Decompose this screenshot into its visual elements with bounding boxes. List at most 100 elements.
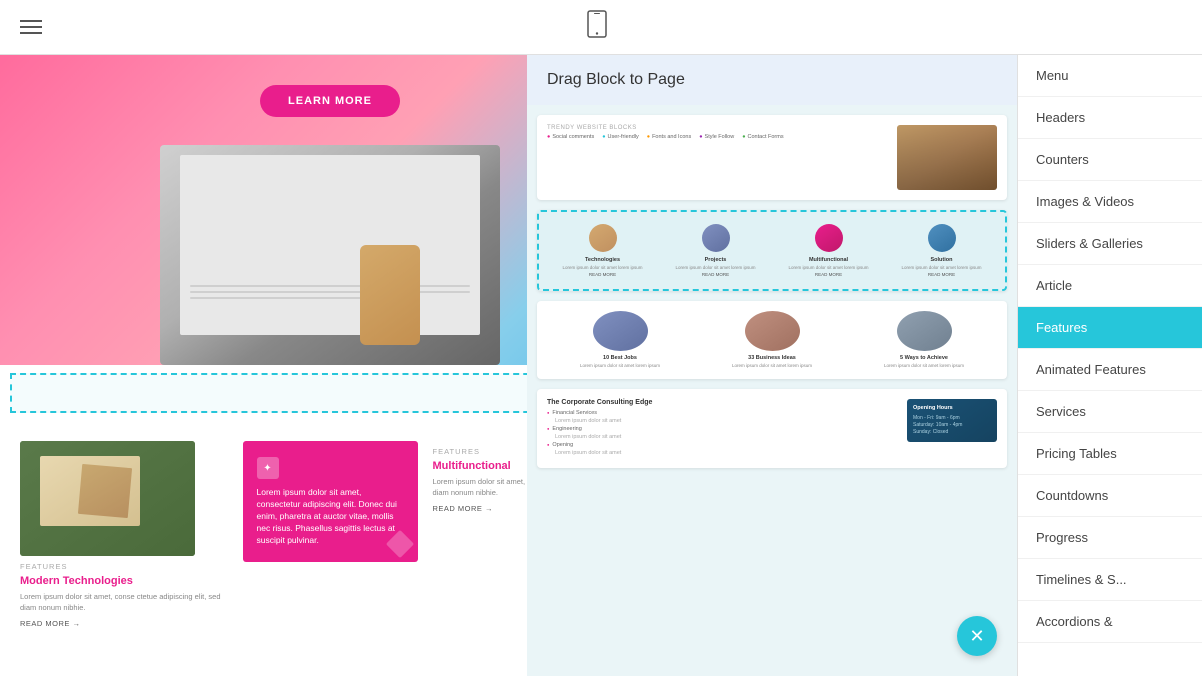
sidebar-item-sliders[interactable]: Sliders & Galleries bbox=[1018, 223, 1202, 265]
sidebar-item-accordions[interactable]: Accordions & bbox=[1018, 601, 1202, 643]
consulting-hours-title: Opening Hours bbox=[913, 405, 991, 411]
feature-desc-1: Lorem ipsum dolor sit amet, conse ctetue… bbox=[20, 592, 228, 613]
feature-mini-avatar-4 bbox=[928, 224, 956, 252]
sidebar-item-menu[interactable]: Menu bbox=[1018, 55, 1202, 97]
features-mini-grid: Technologies Lorem ipsum dolor sit amet … bbox=[539, 212, 1005, 289]
consulting-service-2: Engineering bbox=[547, 426, 899, 432]
drag-panel: Drag Block to Page Trendy website Blocks… bbox=[527, 55, 1017, 676]
feature-mini-1: Technologies Lorem ipsum dolor sit amet … bbox=[549, 224, 656, 277]
sidebar-item-article[interactable]: Article bbox=[1018, 265, 1202, 307]
toolbar-left bbox=[20, 20, 42, 34]
sidebar-item-headers[interactable]: Headers bbox=[1018, 97, 1202, 139]
job-item-2: 33 Business Ideas Lorem ipsum dolor sit … bbox=[699, 311, 845, 368]
sidebar-item-progress-label: Progress bbox=[1036, 530, 1088, 545]
sidebar-item-counters[interactable]: Counters bbox=[1018, 139, 1202, 181]
feature-mini-link-4: READ MORE bbox=[888, 272, 995, 277]
hero-laptop-image bbox=[160, 145, 500, 365]
sidebar-item-countdowns[interactable]: Countdowns bbox=[1018, 475, 1202, 517]
sidebar-item-timelines-label: Timelines & S... bbox=[1036, 572, 1127, 587]
read-more-link-2[interactable]: READ MORE → bbox=[433, 504, 528, 513]
feature-mini-avatar-2 bbox=[702, 224, 730, 252]
sidebar-item-services-label: Services bbox=[1036, 404, 1086, 419]
sidebar-item-timelines[interactable]: Timelines & S... bbox=[1018, 559, 1202, 601]
sidebar-item-animated-label: Animated Features bbox=[1036, 362, 1146, 377]
feature-desc-2: Lorem ipsum dolor sit amet, conse ctetue… bbox=[433, 477, 528, 498]
feature-mini-desc-4: Lorem ipsum dolor sit amet lorem ipsum bbox=[888, 265, 995, 270]
sidebar-item-images-label: Images & Videos bbox=[1036, 194, 1134, 209]
drop-zone-bar[interactable] bbox=[10, 373, 527, 413]
job-desc-1: Lorem ipsum dolor sit amet lorem ipsum bbox=[547, 363, 693, 368]
sidebar-item-pricing-label: Pricing Tables bbox=[1036, 446, 1117, 461]
device-preview-icon[interactable] bbox=[586, 10, 608, 44]
feature-mini-4: Solution Lorem ipsum dolor sit amet lore… bbox=[888, 224, 995, 277]
jobs-preview-content: 10 Best Jobs Lorem ipsum dolor sit amet … bbox=[537, 301, 1007, 378]
feature-title-1: Modern Technologies bbox=[20, 575, 228, 587]
sidebar-item-animated-features[interactable]: Animated Features bbox=[1018, 349, 1202, 391]
consulting-hours-content: Mon - Fri: 9am - 6pm Saturday: 10am - 4p… bbox=[913, 415, 991, 436]
sidebar-item-progress[interactable]: Progress bbox=[1018, 517, 1202, 559]
feature-mini-desc-2: Lorem ipsum dolor sit amet lorem ipsum bbox=[662, 265, 769, 270]
features-selected-preview-card[interactable]: Technologies Lorem ipsum dolor sit amet … bbox=[537, 210, 1007, 291]
toolbar bbox=[0, 0, 1202, 55]
feature-mini-avatar-1 bbox=[589, 224, 617, 252]
feature-item-2: FEATURES Multifunctional Lorem ipsum dol… bbox=[433, 447, 528, 513]
job-item-3: 5 Ways to Achieve Lorem ipsum dolor sit … bbox=[851, 311, 997, 368]
hamburger-menu-button[interactable] bbox=[20, 20, 42, 34]
jobs-preview-card[interactable]: 10 Best Jobs Lorem ipsum dolor sit amet … bbox=[537, 301, 1007, 378]
drag-panel-preview[interactable]: Trendy website Blocks ● Social comments … bbox=[527, 105, 1017, 676]
canvas-content: LEARN MORE bbox=[0, 55, 527, 676]
job-image-1 bbox=[593, 311, 648, 351]
feature-mini-avatar-3 bbox=[815, 224, 843, 252]
feature-mini-3: Multifunctional Lorem ipsum dolor sit am… bbox=[775, 224, 882, 277]
sidebar-item-features-label: Features bbox=[1036, 320, 1087, 335]
sidebar-item-images-videos[interactable]: Images & Videos bbox=[1018, 181, 1202, 223]
feature-card-pink: ✦ Lorem ipsum dolor sit amet, consectetu… bbox=[243, 441, 418, 562]
sidebar-item-features[interactable]: Features bbox=[1018, 307, 1202, 349]
feature-label-2: FEATURES bbox=[433, 447, 528, 456]
feature-mini-desc-3: Lorem ipsum dolor sit amet lorem ipsum bbox=[775, 265, 882, 270]
sidebar-item-counters-label: Counters bbox=[1036, 152, 1089, 167]
features-section: FEATURES Modern Technologies Lorem ipsum… bbox=[0, 421, 527, 638]
job-image-3 bbox=[897, 311, 952, 351]
consulting-service-1: Financial Services bbox=[547, 410, 899, 416]
blog-preview-card[interactable]: Trendy website Blocks ● Social comments … bbox=[537, 115, 1007, 200]
feature-mini-link-1: READ MORE bbox=[549, 272, 656, 277]
feature-mini-title-3: Multifunctional bbox=[775, 257, 882, 263]
sidebar-item-services[interactable]: Services bbox=[1018, 391, 1202, 433]
feature-mini-2: Projects Lorem ipsum dolor sit amet lore… bbox=[662, 224, 769, 277]
job-title-3: 5 Ways to Achieve bbox=[851, 355, 997, 361]
pink-card-text: Lorem ipsum dolor sit amet, consectetur … bbox=[257, 487, 404, 546]
learn-more-button[interactable]: LEARN MORE bbox=[260, 85, 400, 117]
feature-card-1-image bbox=[20, 441, 195, 556]
feature-mini-desc-1: Lorem ipsum dolor sit amet lorem ipsum bbox=[549, 265, 656, 270]
feature-mini-title-4: Solution bbox=[888, 257, 995, 263]
job-desc-3: Lorem ipsum dolor sit amet lorem ipsum bbox=[851, 363, 997, 368]
consulting-left: The Corporate Consulting Edge Financial … bbox=[547, 399, 899, 458]
hero-section: LEARN MORE bbox=[0, 55, 527, 365]
sidebar-item-menu-label: Menu bbox=[1036, 68, 1069, 83]
feature-title-2: Multifunctional bbox=[433, 460, 528, 472]
right-sidebar: Menu Headers Counters Images & Videos Sl… bbox=[1017, 55, 1202, 676]
sidebar-item-pricing-tables[interactable]: Pricing Tables bbox=[1018, 433, 1202, 475]
consulting-service-3: Opening bbox=[547, 442, 899, 448]
sidebar-item-article-label: Article bbox=[1036, 278, 1072, 293]
close-button[interactable]: ✕ bbox=[957, 616, 997, 656]
feature-card-1-wrapper: FEATURES Modern Technologies Lorem ipsum… bbox=[20, 441, 228, 628]
features-grid: FEATURES Modern Technologies Lorem ipsum… bbox=[20, 441, 527, 628]
consulting-preview-card[interactable]: The Corporate Consulting Edge Financial … bbox=[537, 389, 1007, 468]
main-layout: LEARN MORE bbox=[0, 55, 1202, 676]
sidebar-item-headers-label: Headers bbox=[1036, 110, 1085, 125]
consulting-title: The Corporate Consulting Edge bbox=[547, 399, 899, 406]
feature-mini-title-2: Projects bbox=[662, 257, 769, 263]
feature-mini-link-2: READ MORE bbox=[662, 272, 769, 277]
job-item-1: 10 Best Jobs Lorem ipsum dolor sit amet … bbox=[547, 311, 693, 368]
hero-phone-image bbox=[360, 245, 420, 345]
read-more-link-1[interactable]: READ MORE → bbox=[20, 619, 228, 628]
consulting-right: Opening Hours Mon - Fri: 9am - 6pm Satur… bbox=[907, 399, 997, 442]
job-title-2: 33 Business Ideas bbox=[699, 355, 845, 361]
blog-preview-content: Trendy website Blocks ● Social comments … bbox=[537, 115, 1007, 200]
consulting-preview-content: The Corporate Consulting Edge Financial … bbox=[537, 389, 1007, 468]
pink-card-icon: ✦ bbox=[257, 457, 279, 479]
job-image-2 bbox=[745, 311, 800, 351]
job-title-1: 10 Best Jobs bbox=[547, 355, 693, 361]
